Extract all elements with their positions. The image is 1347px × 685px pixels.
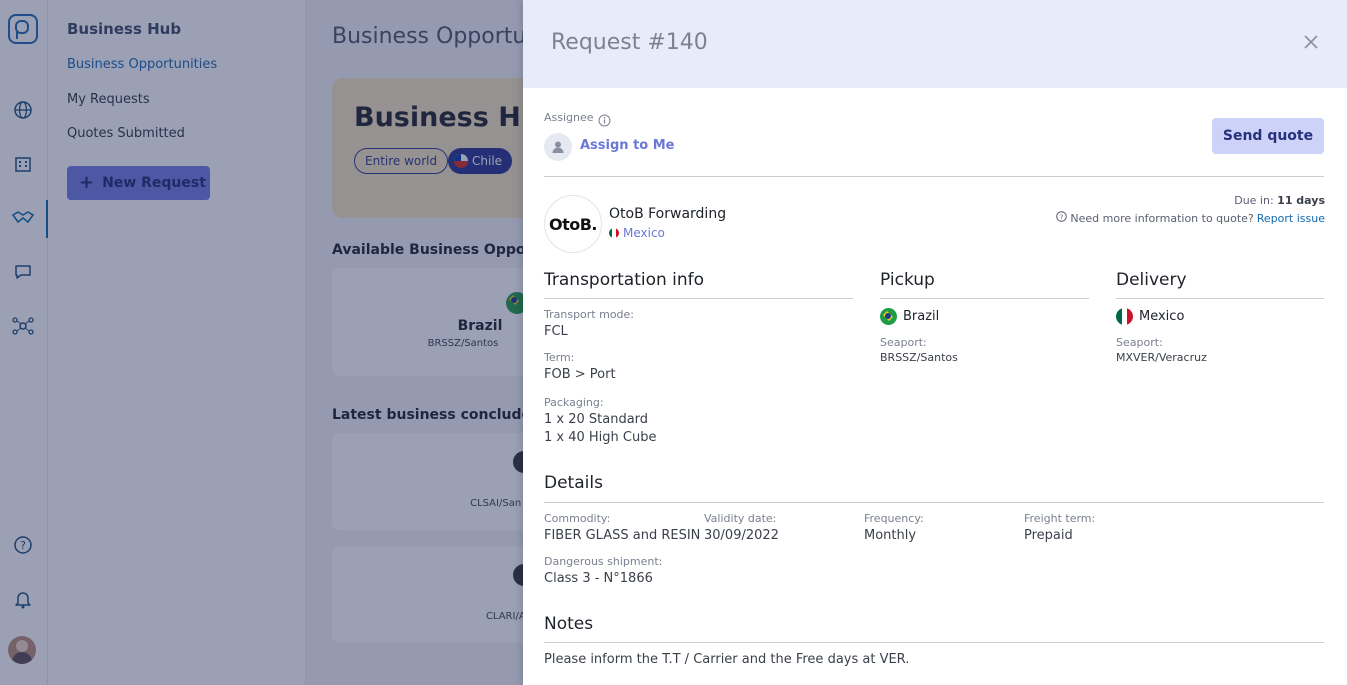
term-value: FOB > Port [544,367,616,382]
delivery-seaport-value: MXVER/Veracruz [1116,351,1207,364]
transport-mode-value: FCL [544,324,568,339]
user-placeholder-icon [544,133,572,161]
divider [544,176,1324,177]
divider [544,298,853,299]
svg-text:?: ? [1060,213,1064,221]
more-info-text: Need more information to quote? [1070,211,1254,225]
commodity-value: FIBER GLASS and RESIN [544,528,701,543]
delivery-country-label: Mexico [1139,309,1185,324]
validity-value: 30/09/2022 [704,528,779,543]
due-info: Due in: 11 days [1234,194,1325,207]
company-country: Mexico [609,226,665,240]
dangerous-label: Dangerous shipment: [544,555,663,568]
assignee-label: Assignee [544,111,594,124]
send-quote-button[interactable]: Send quote [1212,118,1324,154]
logo-text: OtoB. [548,214,598,234]
packaging-item: 1 x 40 High Cube [544,430,657,445]
request-drawer: Request #140 Assignee Assign to Me Send … [523,0,1347,685]
freight-term-value: Prepaid [1024,528,1073,543]
divider [544,642,1324,643]
divider [1116,298,1324,299]
more-info: ? Need more information to quote? Report… [1056,211,1325,225]
delivery-seaport-label: Seaport: [1116,336,1163,349]
report-issue-link[interactable]: Report issue [1257,212,1325,225]
brazil-flag-icon [880,308,897,325]
notes-title: Notes [544,614,594,634]
company-name: OtoB Forwarding [609,206,727,222]
transport-title: Transportation info [544,270,705,290]
company-country-label: Mexico [623,226,665,240]
drawer-header: Request #140 [523,0,1347,88]
frequency-label: Frequency: [864,512,924,525]
drawer-title: Request #140 [551,30,708,55]
delivery-title: Delivery [1116,270,1187,290]
term-label: Term: [544,351,575,364]
validity-label: Validity date: [704,512,777,525]
pickup-country-label: Brazil [903,309,940,324]
mexico-flag-icon [1116,308,1133,325]
divider [544,502,1324,503]
close-icon[interactable] [1301,32,1321,52]
company-logo: OtoB. [544,195,602,253]
info-icon[interactable] [598,112,611,131]
commodity-label: Commodity: [544,512,611,525]
pickup-seaport-label: Seaport: [880,336,927,349]
divider [880,298,1089,299]
pickup-country: Brazil [880,308,939,325]
due-value: 11 days [1277,194,1325,207]
pickup-title: Pickup [880,270,935,290]
notes-text: Please inform the T.T / Carrier and the … [544,652,910,667]
packaging-label: Packaging: [544,396,604,409]
mexico-flag-icon [609,228,619,238]
frequency-value: Monthly [864,528,917,543]
transport-mode-label: Transport mode: [544,308,635,321]
dangerous-value: Class 3 - N°1866 [544,571,653,586]
freight-term-label: Freight term: [1024,512,1096,525]
packaging-item: 1 x 20 Standard [544,412,649,427]
delivery-country: Mexico [1116,308,1184,325]
pickup-seaport-value: BRSSZ/Santos [880,351,958,364]
assign-to-me-link[interactable]: Assign to Me [580,138,675,153]
due-prefix: Due in: [1234,194,1274,207]
details-title: Details [544,473,603,493]
question-icon: ? [1056,211,1068,225]
